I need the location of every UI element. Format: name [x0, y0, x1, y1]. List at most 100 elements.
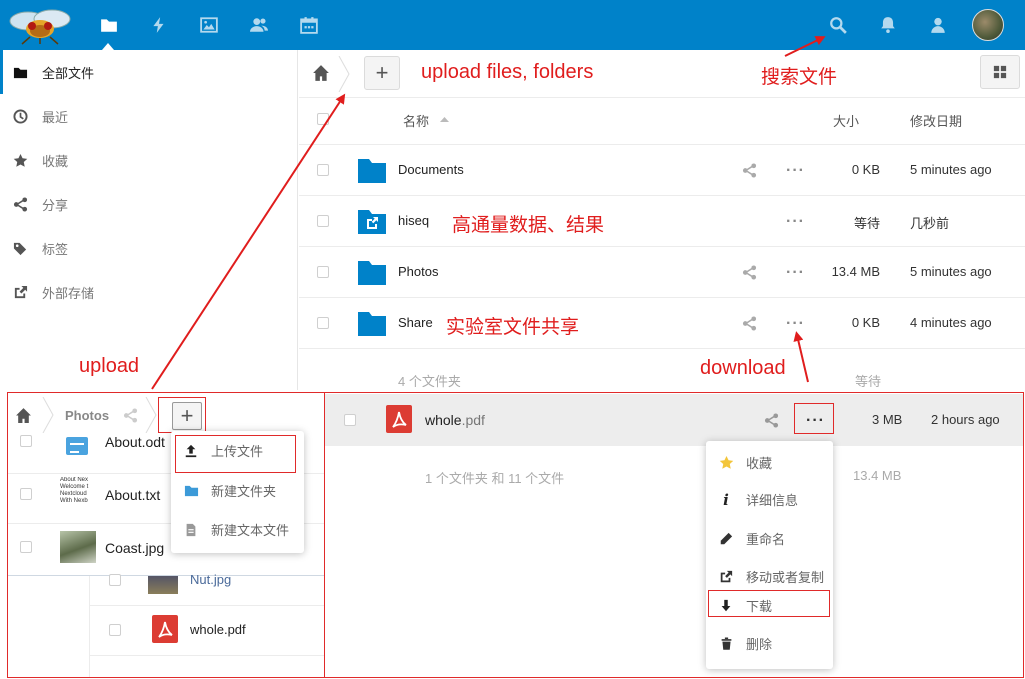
- file-size: 0 KB: [851, 162, 880, 177]
- divider: [89, 655, 324, 656]
- grid-icon: [993, 65, 1007, 79]
- row-checkbox[interactable]: [317, 266, 329, 278]
- menu-item-download[interactable]: 下载: [718, 596, 772, 615]
- row-checkbox[interactable]: [317, 164, 329, 176]
- sort-asc-icon: [440, 117, 449, 122]
- breadcrumb-separator: [338, 56, 350, 92]
- contacts-icon[interactable]: [248, 14, 270, 36]
- calendar-icon[interactable]: [298, 14, 320, 36]
- select-all-checkbox[interactable]: [317, 113, 329, 125]
- file-modified: 几秒前: [910, 216, 950, 231]
- file-size: 3 MB: [872, 412, 903, 427]
- download-example-panel: whole.pdf ··· 3 MB 2 hours ago 1 个文件夹 和 …: [324, 392, 1024, 678]
- user-avatar[interactable]: [972, 9, 1004, 41]
- notifications-icon[interactable]: [877, 14, 899, 36]
- menu-item-new-text-file[interactable]: 新建文本文件: [183, 520, 289, 539]
- file-modified: 5 minutes ago: [910, 264, 992, 279]
- menu-item-favorite[interactable]: 收藏: [718, 453, 772, 472]
- menu-item-label: 上传文件: [211, 444, 264, 459]
- row-checkbox[interactable]: [20, 488, 32, 500]
- search-icon[interactable]: [827, 14, 849, 36]
- grid-view-button[interactable]: [980, 55, 1020, 89]
- table-row[interactable]: Share ··· 0 KB 4 minutes ago: [299, 298, 1025, 348]
- share-icon[interactable]: [742, 163, 757, 181]
- table-row[interactable]: hiseq ··· 等待 几秒前: [299, 196, 1025, 246]
- pdf-icon: [152, 615, 178, 646]
- menu-item-rename[interactable]: 重命名: [718, 529, 785, 548]
- sidebar-item-shares[interactable]: 分享: [0, 182, 298, 226]
- row-checkbox[interactable]: [20, 541, 32, 553]
- sidebar-item-label: 全部文件: [42, 65, 95, 81]
- table-row[interactable]: Documents ··· 0 KB 5 minutes ago: [299, 145, 1025, 195]
- file-name[interactable]: About.odt: [105, 434, 165, 450]
- file-size: 0 KB: [851, 315, 880, 330]
- file-name[interactable]: hiseq: [398, 213, 429, 228]
- menu-item-details[interactable]: i 详细信息: [718, 490, 798, 509]
- annotation-download: download: [700, 357, 786, 379]
- menu-item-new-folder[interactable]: 新建文件夹: [183, 481, 276, 500]
- row-checkbox[interactable]: [317, 317, 329, 329]
- menu-item-upload-file[interactable]: 上传文件: [183, 441, 263, 460]
- sidebar-item-tags[interactable]: 标签: [0, 226, 298, 270]
- row-checkbox[interactable]: [344, 414, 356, 426]
- image-thumbnail: [148, 576, 178, 594]
- folder-icon: [12, 64, 28, 80]
- home-icon[interactable]: [15, 407, 32, 427]
- file-name[interactable]: Coast.jpg: [105, 540, 164, 556]
- row-checkbox[interactable]: [109, 624, 121, 636]
- breadcrumb-photos[interactable]: Photos: [65, 408, 109, 423]
- external-folder-icon: [358, 208, 386, 237]
- more-actions-icon[interactable]: ···: [786, 214, 805, 230]
- row-checkbox[interactable]: [109, 574, 121, 586]
- sidebar-item-label: 外部存储: [42, 285, 95, 301]
- file-name[interactable]: Documents: [398, 162, 464, 177]
- column-header-name[interactable]: 名称: [403, 111, 429, 130]
- file-name[interactable]: Share: [398, 315, 433, 330]
- gallery-icon[interactable]: [198, 14, 220, 36]
- controls-bar: [299, 50, 1025, 98]
- menu-item-label: 下载: [746, 599, 773, 614]
- more-actions-icon[interactable]: ···: [786, 316, 805, 332]
- share-icon[interactable]: [742, 316, 757, 334]
- star-icon: [718, 455, 734, 471]
- trash-icon: [718, 636, 734, 652]
- more-actions-icon[interactable]: ···: [786, 163, 805, 179]
- menu-item-label: 收藏: [746, 456, 773, 471]
- annotation-upload-files: upload files, folders: [421, 61, 594, 83]
- new-button[interactable]: +: [364, 56, 400, 90]
- sidebar-item-label: 最近: [42, 109, 69, 125]
- menu-item-label: 删除: [746, 637, 773, 652]
- sidebar-item-favorites[interactable]: 收藏: [0, 138, 298, 182]
- sidebar-item-external-storage[interactable]: 外部存储: [0, 270, 298, 314]
- table-row[interactable]: Photos ··· 13.4 MB 5 minutes ago: [299, 247, 1025, 297]
- column-header-size[interactable]: 大小: [833, 111, 859, 130]
- new-button[interactable]: +: [172, 402, 202, 430]
- file-name[interactable]: Nut.jpg: [190, 572, 231, 587]
- file-name[interactable]: About.txt: [105, 487, 160, 503]
- row-checkbox[interactable]: [20, 435, 32, 447]
- menu-item-move-copy[interactable]: 移动或者复制: [718, 567, 824, 586]
- share-icon[interactable]: [742, 265, 757, 283]
- sidebar-item-all-files[interactable]: 全部文件: [0, 50, 298, 94]
- info-icon: i: [723, 490, 729, 509]
- row-checkbox[interactable]: [317, 215, 329, 227]
- more-actions-icon[interactable]: ···: [806, 413, 825, 429]
- app-logo[interactable]: [8, 7, 72, 45]
- menu-item-delete[interactable]: 删除: [718, 634, 772, 653]
- more-actions-icon[interactable]: ···: [786, 265, 805, 281]
- share-icon[interactable]: [123, 408, 138, 426]
- contacts-menu-icon[interactable]: [927, 14, 949, 36]
- activity-icon[interactable]: [148, 14, 170, 36]
- share-icon[interactable]: [764, 413, 779, 431]
- file-name[interactable]: Photos: [398, 264, 438, 279]
- document-icon: [66, 437, 88, 455]
- files-icon[interactable]: [98, 14, 120, 36]
- annotation-share: 实验室文件共享: [446, 317, 580, 338]
- files-summary: 1 个文件夹 和 11 个文件: [425, 471, 565, 486]
- file-name[interactable]: whole.pdf: [425, 412, 485, 428]
- home-icon[interactable]: [312, 64, 330, 82]
- file-name[interactable]: whole.pdf: [190, 622, 246, 637]
- column-header-modified[interactable]: 修改日期: [910, 111, 962, 130]
- star-icon: [12, 152, 28, 168]
- sidebar-item-recent[interactable]: 最近: [0, 94, 298, 138]
